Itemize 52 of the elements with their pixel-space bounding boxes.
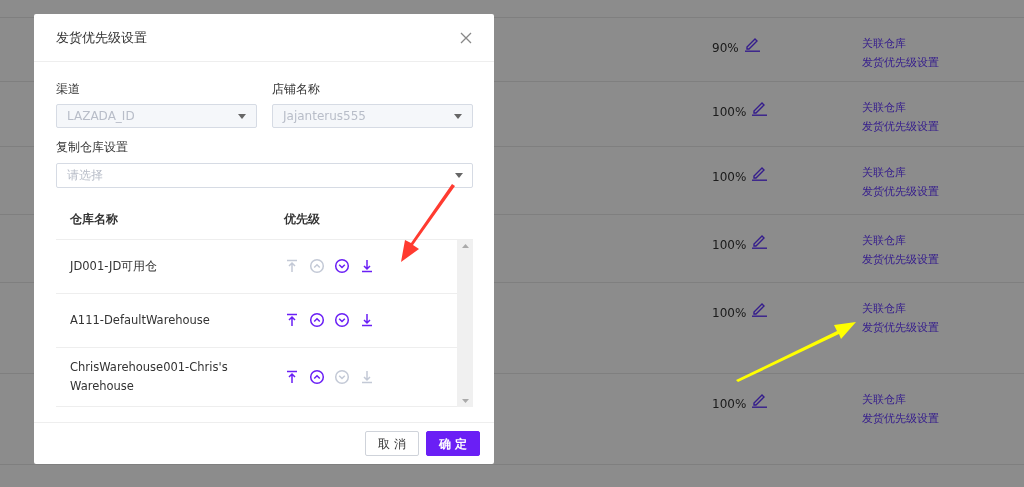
cancel-button[interactable]: 取 消 xyxy=(365,431,419,456)
action-link[interactable]: 发货优先级设置 xyxy=(862,319,939,336)
dialog-title: 发货优先级设置 xyxy=(56,28,147,47)
action-link[interactable]: 关联仓库 xyxy=(862,301,906,318)
scrollbar[interactable] xyxy=(457,239,473,407)
move-up-icon[interactable] xyxy=(309,368,325,385)
action-link[interactable]: 关联仓库 xyxy=(862,36,906,53)
ratio-text: 90% xyxy=(712,40,739,57)
action-link[interactable]: 关联仓库 xyxy=(862,392,906,409)
action-link[interactable]: 发货优先级设置 xyxy=(862,118,939,135)
scroll-down-icon[interactable] xyxy=(461,398,469,403)
confirm-button[interactable]: 确 定 xyxy=(425,431,480,456)
edit-icon[interactable] xyxy=(750,100,769,116)
ratio-text: 100% xyxy=(712,104,747,121)
move-top-icon[interactable] xyxy=(284,312,300,328)
select-field: LAZADA_ID xyxy=(56,104,257,129)
action-link[interactable]: 关联仓库 xyxy=(862,233,906,250)
move-bottom-icon[interactable] xyxy=(359,258,375,274)
edit-icon[interactable] xyxy=(750,301,769,317)
warehouse-name: A111-DefaultWarehouse xyxy=(70,311,211,329)
ratio-text: 100% xyxy=(712,237,747,254)
select-field: Jajanterus555 xyxy=(272,104,473,129)
ratio-text: 100% xyxy=(712,169,747,186)
column-header: 仓库名称 xyxy=(70,211,119,229)
move-down-icon[interactable] xyxy=(334,258,350,274)
action-link[interactable]: 关联仓库 xyxy=(862,100,906,117)
move-up-icon[interactable] xyxy=(309,312,325,328)
caret-icon xyxy=(238,113,246,119)
edit-icon[interactable] xyxy=(742,36,761,52)
move-top-icon[interactable] xyxy=(284,368,300,385)
edit-icon[interactable] xyxy=(750,233,769,249)
action-link[interactable]: 发货优先级设置 xyxy=(862,54,939,71)
field-label: 复制仓库设置 xyxy=(56,139,128,157)
action-link[interactable]: 发货优先级设置 xyxy=(862,251,939,268)
column-header: 优先级 xyxy=(284,211,321,229)
edit-icon[interactable] xyxy=(750,165,769,181)
edit-icon[interactable] xyxy=(750,392,769,408)
caret-icon xyxy=(455,172,463,178)
warehouse-name: ChrisWarehouse001-Chris's Warehouse xyxy=(70,359,229,395)
field-label: 渠道 xyxy=(56,81,80,98)
move-down-icon[interactable] xyxy=(334,312,350,328)
action-link[interactable]: 关联仓库 xyxy=(862,165,906,182)
ratio-text: 100% xyxy=(712,305,747,322)
field-label: 店铺名称 xyxy=(272,81,320,98)
warehouse-name: JD001-JD可用仓 xyxy=(70,257,159,275)
caret-icon xyxy=(454,113,462,119)
action-link[interactable]: 发货优先级设置 xyxy=(862,183,939,200)
ratio-text: 100% xyxy=(712,396,747,413)
action-link[interactable]: 发货优先级设置 xyxy=(862,410,939,427)
copy-settings-select[interactable]: 请选择 xyxy=(56,162,473,188)
move-bottom-icon[interactable] xyxy=(359,312,375,328)
scroll-up-icon[interactable] xyxy=(461,243,469,248)
